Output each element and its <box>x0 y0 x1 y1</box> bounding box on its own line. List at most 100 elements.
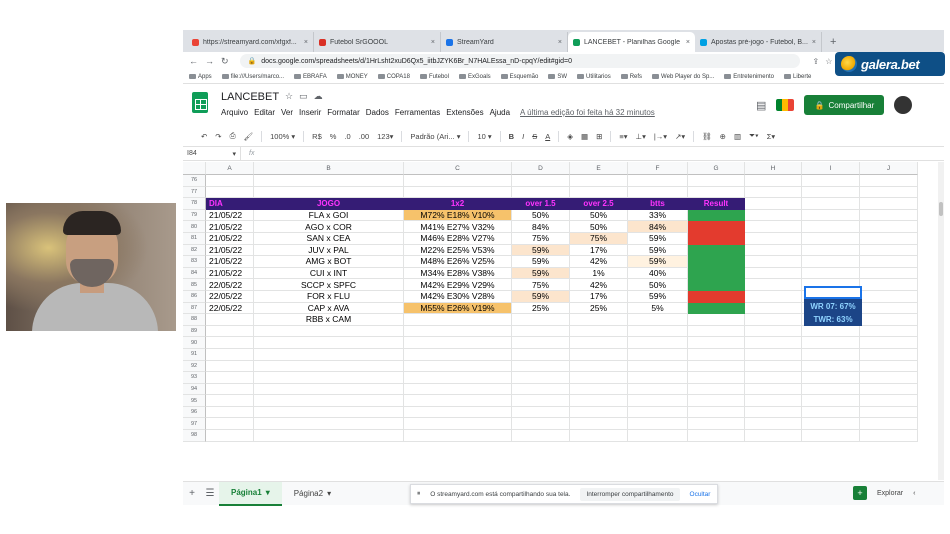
grid-cell[interactable] <box>570 372 628 384</box>
cell-over25[interactable]: 50% <box>570 209 628 222</box>
cell-over15[interactable]: 59% <box>512 267 570 280</box>
grid-cell[interactable] <box>570 383 628 396</box>
sheet-tab-pagina2[interactable]: Página2 ▾ <box>282 482 343 506</box>
grid-cell[interactable] <box>745 383 802 396</box>
text-wrap-icon[interactable]: |→▾ <box>654 132 667 141</box>
grid-cell[interactable] <box>206 186 254 199</box>
text-rotate-icon[interactable]: ↗▾ <box>675 132 685 141</box>
percent-button[interactable]: % <box>330 132 337 141</box>
align-vertical-icon[interactable]: ⊥▾ <box>636 132 646 141</box>
cell-over25[interactable]: 1% <box>570 267 628 280</box>
cell-result[interactable] <box>688 314 745 326</box>
grid-cell[interactable] <box>254 348 404 361</box>
grid-cell[interactable] <box>860 383 918 396</box>
grid-cell[interactable] <box>628 430 688 442</box>
grid-cell[interactable] <box>802 360 860 373</box>
cell-dia[interactable]: 21/05/22 <box>206 244 254 257</box>
grid-cell[interactable] <box>254 372 404 384</box>
cell-over25[interactable]: 17% <box>570 244 628 257</box>
grid-cell[interactable] <box>802 198 860 210</box>
bookmark-item[interactable]: EBRAFA <box>294 74 327 80</box>
cell-dia[interactable]: 21/05/22 <box>206 209 254 222</box>
cell-over15[interactable]: 59% <box>512 290 570 303</box>
bookmark-item[interactable]: Esquemão <box>500 74 538 80</box>
grid-cell[interactable] <box>512 395 570 407</box>
grid-cell[interactable] <box>745 256 802 268</box>
grid-cell[interactable] <box>802 267 860 280</box>
grid-cell[interactable] <box>404 186 512 199</box>
cell-result[interactable] <box>688 232 745 245</box>
name-box[interactable]: I84 ▾ <box>183 146 241 161</box>
cell-btts[interactable]: 50% <box>628 279 688 291</box>
share-button[interactable]: 🔒 Compartilhar <box>804 95 885 115</box>
grid-cell[interactable] <box>628 337 688 349</box>
grid-cell[interactable] <box>404 360 512 373</box>
grid-cell[interactable] <box>628 418 688 431</box>
cell-over15[interactable]: 75% <box>512 279 570 291</box>
cell-over25[interactable]: 42% <box>570 256 628 268</box>
paint-format-icon[interactable]: 🖌 <box>244 132 254 141</box>
grid-cell[interactable] <box>206 383 254 396</box>
grid-cell[interactable] <box>688 175 745 187</box>
cell-result[interactable] <box>688 302 745 315</box>
grid-cell[interactable] <box>404 406 512 419</box>
browser-tab[interactable]: Futebol SrGOOOL × <box>314 32 441 52</box>
bookmark-item[interactable]: ExGoals <box>458 74 491 80</box>
grid-cell[interactable] <box>254 430 404 442</box>
cell-result[interactable] <box>688 256 745 268</box>
zoom-select[interactable]: 100% ▾ <box>270 132 295 141</box>
font-select[interactable]: Padrão (Ari... ▾ <box>410 132 460 141</box>
column-label-jogo[interactable]: JOGO <box>254 198 404 210</box>
grid-cell[interactable] <box>254 418 404 431</box>
grid-cell[interactable] <box>628 395 688 407</box>
grid-cell[interactable] <box>628 186 688 199</box>
row-header[interactable]: 84 <box>183 267 206 280</box>
grid-cell[interactable] <box>860 302 918 315</box>
grid-cell[interactable] <box>570 175 628 187</box>
grid-cell[interactable] <box>860 418 918 431</box>
cell-over15[interactable]: 59% <box>512 244 570 257</box>
grid-cell[interactable] <box>206 360 254 373</box>
bold-icon[interactable]: B <box>509 132 514 141</box>
cell-dia[interactable]: 21/05/22 <box>206 256 254 268</box>
grid-cell[interactable] <box>570 430 628 442</box>
row-header[interactable]: 97 <box>183 418 206 431</box>
grid-cell[interactable] <box>570 337 628 349</box>
row-header[interactable]: 88 <box>183 314 206 326</box>
font-size-select[interactable]: 10 ▾ <box>477 132 491 141</box>
print-icon[interactable]: ⎙ <box>230 131 236 141</box>
grid-cell[interactable] <box>860 198 918 210</box>
grid-cell[interactable] <box>254 175 404 187</box>
collapse-panel-icon[interactable]: ‹ <box>913 490 915 497</box>
close-icon[interactable]: × <box>431 39 435 46</box>
column-header[interactable]: G <box>688 162 745 175</box>
row-header[interactable]: 91 <box>183 348 206 361</box>
menu-item[interactable]: Extensões <box>446 108 483 117</box>
row-header[interactable]: 85 <box>183 279 206 291</box>
grid-cell[interactable] <box>745 348 802 361</box>
grid-cell[interactable] <box>688 418 745 431</box>
grid-cell[interactable] <box>860 256 918 268</box>
grid-cell[interactable] <box>802 244 860 257</box>
grid-cell[interactable] <box>628 175 688 187</box>
grid-cell[interactable] <box>628 406 688 419</box>
grid-cell[interactable] <box>745 175 802 187</box>
selected-cell[interactable] <box>804 286 862 299</box>
grid-cell[interactable] <box>802 186 860 199</box>
grid-cell[interactable] <box>254 383 404 396</box>
increase-decimal-button[interactable]: .00 <box>359 132 369 141</box>
grid-cell[interactable] <box>404 418 512 431</box>
insert-chart-icon[interactable]: ▥ <box>734 132 741 141</box>
grid-cell[interactable] <box>860 337 918 349</box>
cell-btts[interactable]: 59% <box>628 256 688 268</box>
grid-cell[interactable] <box>745 314 802 326</box>
decrease-decimal-button[interactable]: .0 <box>344 132 350 141</box>
grid-cell[interactable] <box>802 325 860 338</box>
grid-cell[interactable] <box>860 430 918 442</box>
grid-cell[interactable] <box>860 279 918 291</box>
row-header[interactable]: 93 <box>183 372 206 384</box>
cell-jogo[interactable]: AGO x COR <box>254 221 404 233</box>
cell-over15[interactable]: 25% <box>512 302 570 315</box>
row-header[interactable]: 92 <box>183 360 206 373</box>
grid-cell[interactable] <box>860 406 918 419</box>
